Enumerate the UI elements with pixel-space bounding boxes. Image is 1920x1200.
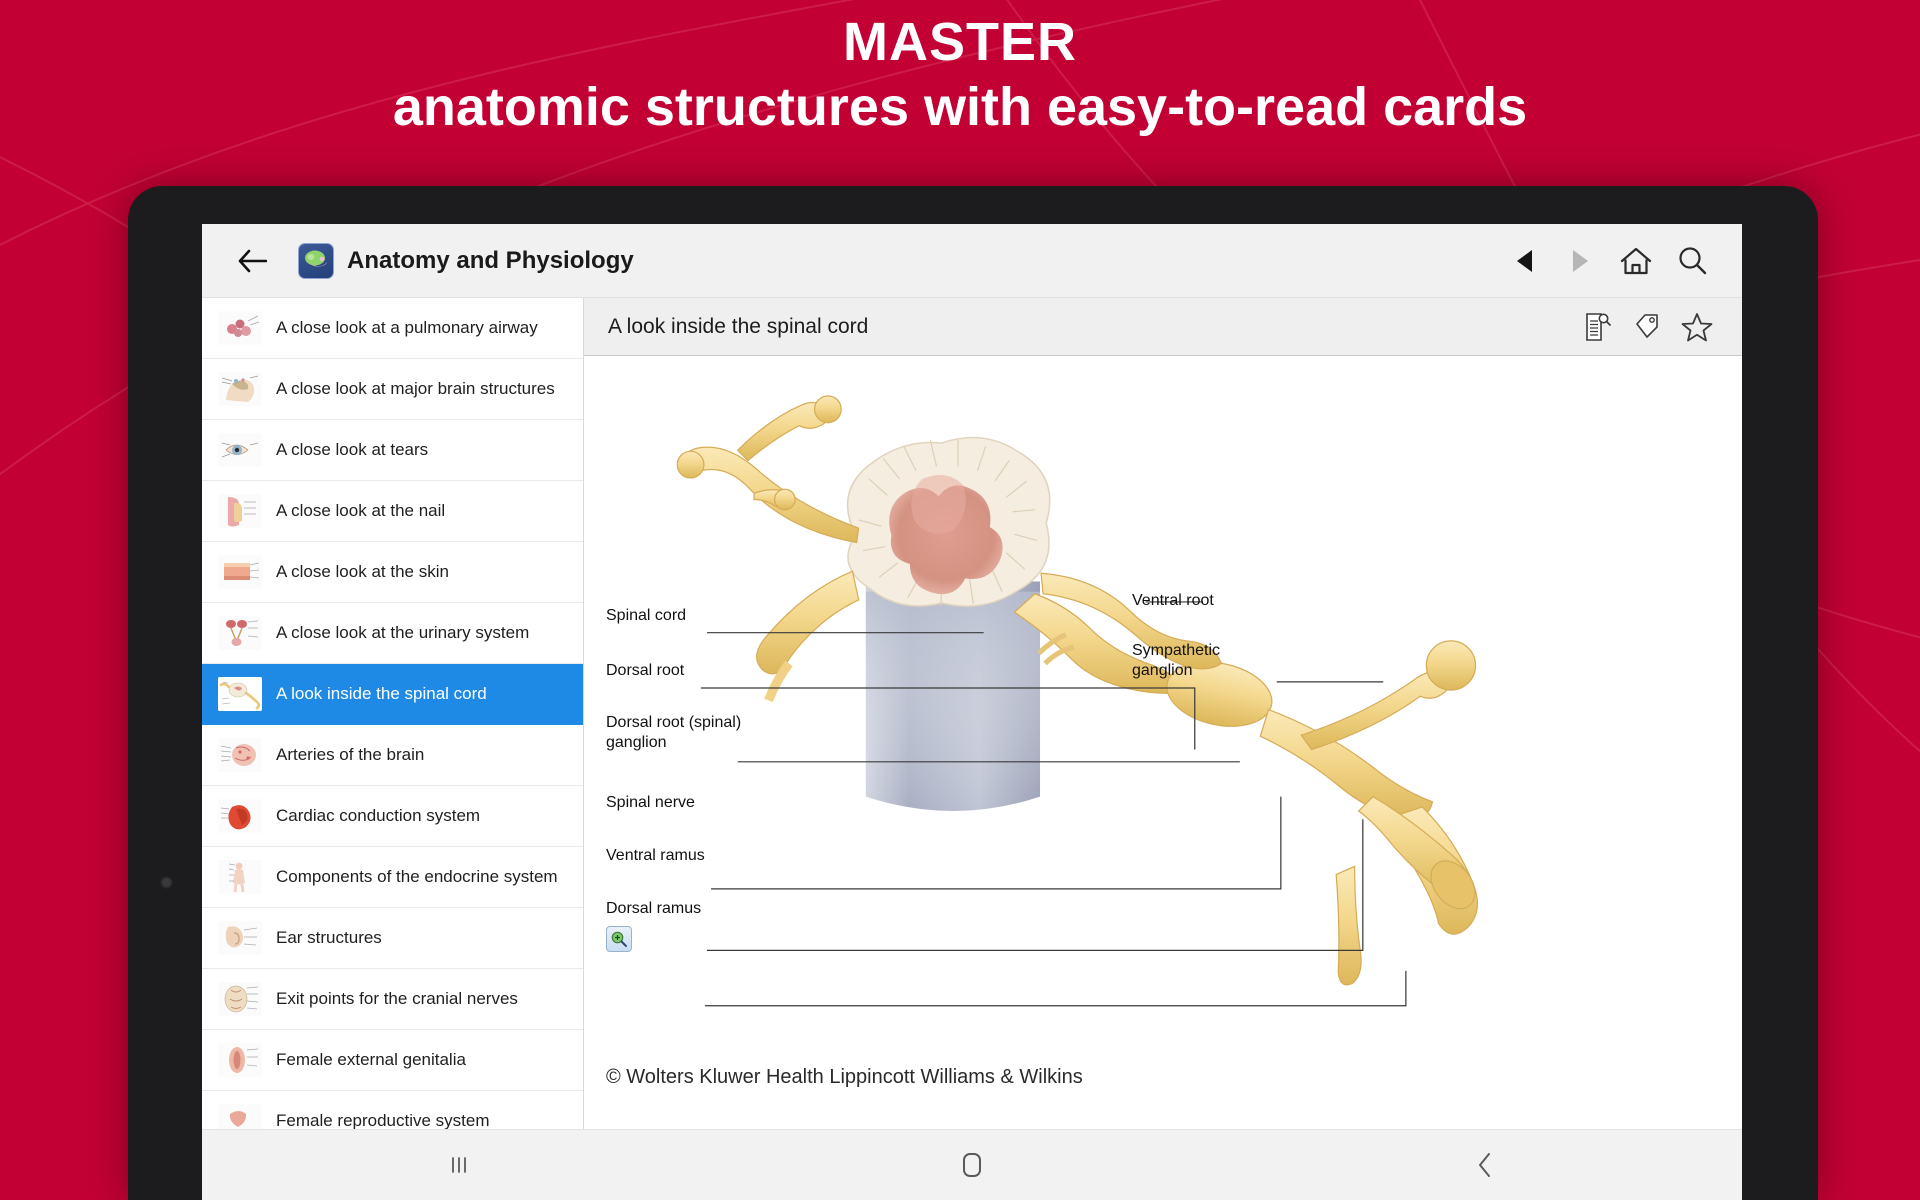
app-bar: Anatomy and Physiology: [202, 224, 1742, 298]
sidebar-item-label: Female external genitalia: [276, 1050, 466, 1069]
sidebar-item-label: A close look at tears: [276, 440, 429, 459]
card-pane: A look inside the spinal cord Spinal cor…: [584, 298, 1742, 1129]
sidebar-item-nail[interactable]: A close look at the nail: [202, 481, 583, 542]
urinary-system-thumb: [218, 616, 262, 650]
home-square-icon[interactable]: [715, 1130, 1228, 1200]
skin-thumb: [218, 555, 262, 589]
figure-label-dorsal-root: Dorsal root: [606, 662, 685, 679]
document-search-icon[interactable]: [1572, 302, 1622, 352]
cranial-nerves-thumb: [218, 982, 262, 1016]
brain-structures-thumb: [218, 372, 262, 406]
card-title: A look inside the spinal cord: [608, 314, 869, 338]
search-icon[interactable]: [1664, 233, 1720, 289]
content-area: A close look at a pulmonary airway A clo…: [202, 298, 1742, 1129]
camera-dot-icon: [160, 876, 173, 889]
sidebar-item-pulmonary-airway[interactable]: A close look at a pulmonary airway: [202, 298, 583, 359]
promo-banner: MASTER anatomic structures with easy-to-…: [0, 14, 1920, 139]
chevron-left-icon[interactable]: [1229, 1130, 1742, 1200]
sidebar-item-label: A close look at a pulmonary airway: [276, 318, 538, 337]
sidebar-item-spinal-cord[interactable]: A look inside the spinal cord: [202, 664, 583, 725]
figure-label-dorsal-ramus: Dorsal ramus: [606, 900, 702, 917]
tablet-device: Anatomy and Physiology A close look at a…: [128, 186, 1818, 1200]
tablet-screen: Anatomy and Physiology A close look at a…: [202, 224, 1742, 1200]
sidebar-item-label: A close look at the urinary system: [276, 623, 530, 642]
recents-bars-icon[interactable]: [202, 1130, 715, 1200]
triangle-right-icon[interactable]: [1552, 233, 1608, 289]
topic-list-sidebar[interactable]: A close look at a pulmonary airway A clo…: [202, 298, 584, 1129]
sidebar-item-brain-arteries[interactable]: Arteries of the brain: [202, 725, 583, 786]
sidebar-item-label: Ear structures: [276, 928, 382, 947]
sidebar-item-brain-structures[interactable]: A close look at major brain structures: [202, 359, 583, 420]
sidebar-item-label: Cardiac conduction system: [276, 806, 481, 825]
sidebar-item-ear-structures[interactable]: Ear structures: [202, 908, 583, 969]
heart-thumb: [218, 799, 262, 833]
home-icon[interactable]: [1608, 233, 1664, 289]
triangle-left-icon[interactable]: [1496, 233, 1552, 289]
nail-thumb: [218, 494, 262, 528]
sidebar-item-label: Arteries of the brain: [276, 745, 425, 764]
sidebar-item-urinary-system[interactable]: A close look at the urinary system: [202, 603, 583, 664]
sidebar-item-female-reproductive[interactable]: Female reproductive system: [202, 1091, 583, 1129]
card-header: A look inside the spinal cord: [584, 298, 1742, 356]
sidebar-item-female-genitalia[interactable]: Female external genitalia: [202, 1030, 583, 1091]
spinal-cord-figure: [676, 395, 1479, 1007]
sidebar-item-tears[interactable]: A close look at tears: [202, 420, 583, 481]
figure-label-spinal-nerve: Spinal nerve: [606, 794, 695, 811]
copyright-notice: © Wolters Kluwer Health Lippincott Willi…: [606, 1066, 1083, 1088]
sidebar-item-label: A close look at the skin: [276, 562, 449, 581]
spinal-cord-thumb: [218, 677, 262, 711]
brain-arteries-thumb: [218, 738, 262, 772]
promo-headline: MASTER: [843, 12, 1077, 72]
app-logo-icon: [298, 242, 334, 279]
sidebar-item-endocrine-system[interactable]: Components of the endocrine system: [202, 847, 583, 908]
sidebar-item-label: Components of the endocrine system: [276, 867, 558, 886]
female-reproductive-thumb: [218, 1104, 262, 1129]
tag-icon[interactable]: [1622, 302, 1672, 352]
sidebar-item-cardiac-conduction[interactable]: Cardiac conduction system: [202, 786, 583, 847]
female-genitalia-thumb: [218, 1043, 262, 1077]
zoom-in-icon[interactable]: [606, 926, 632, 952]
back-arrow-icon[interactable]: [230, 239, 274, 283]
sidebar-item-label: Exit points for the cranial nerves: [276, 989, 518, 1008]
android-nav-bar: [202, 1129, 1742, 1200]
sidebar-item-label: Female reproductive system: [276, 1111, 490, 1129]
figure-label-ventral-root: Ventral root: [1132, 592, 1214, 609]
sidebar-item-cranial-nerves[interactable]: Exit points for the cranial nerves: [202, 969, 583, 1030]
figure-label-spinal-cord: Spinal cord: [606, 607, 687, 624]
card-body: Spinal cord Dorsal root Dorsal root (spi…: [584, 356, 1742, 1129]
sidebar-item-label: A look inside the spinal cord: [276, 684, 487, 703]
tears-eye-thumb: [218, 433, 262, 467]
pulmonary-airway-thumb: [218, 311, 262, 345]
sidebar-item-label: A close look at major brain structures: [276, 379, 555, 398]
endocrine-thumb: [218, 860, 262, 894]
figure-label-dorsal-root-ganglion: Dorsal root (spinal) ganglion: [606, 714, 742, 751]
star-outline-icon[interactable]: [1672, 302, 1722, 352]
promo-subheadline: anatomic structures with easy-to-read ca…: [392, 76, 1528, 137]
sidebar-item-skin[interactable]: A close look at the skin: [202, 542, 583, 603]
figure-label-ventral-ramus: Ventral ramus: [606, 847, 705, 864]
figure-label-sympathetic-ganglion: Sympathetic ganglion: [1132, 642, 1221, 679]
ear-thumb: [218, 921, 262, 955]
sidebar-item-label: A close look at the nail: [276, 501, 446, 520]
page-title: Anatomy and Physiology: [347, 246, 634, 274]
